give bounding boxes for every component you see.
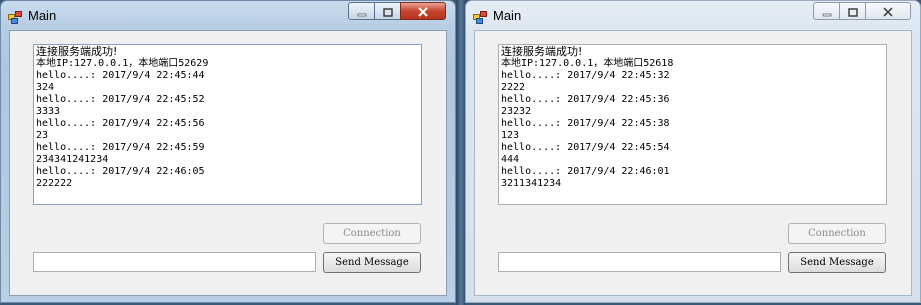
log-time-line: hello....: 2017/9/4 22:46:05 (36, 166, 205, 177)
minimize-icon (357, 2, 367, 21)
main-window-right: Main 连接服务端成功! 本地IP:127.0.0.1，本地端口52618 hel… (465, 0, 921, 303)
log-message-body: 3333 (36, 106, 61, 117)
main-window-left: Main 连接服务端成功! 本地IP:127.0.0.1，本地端口52629 hel… (0, 0, 456, 303)
maximize-icon (847, 2, 858, 21)
minimize-icon (822, 2, 832, 21)
window-title: Main (493, 8, 522, 23)
client-area: 连接服务端成功! 本地IP:127.0.0.1，本地端口52629 hello...… (9, 30, 447, 296)
log-message-body: 3211341234 (501, 178, 562, 189)
log-time-line: hello....: 2017/9/4 22:45:56 (36, 118, 205, 129)
message-input[interactable] (498, 252, 781, 272)
log-time-line: hello....: 2017/9/4 22:46:01 (501, 166, 670, 177)
log-time-line: hello....: 2017/9/4 22:45:36 (501, 94, 670, 105)
close-icon (882, 2, 894, 21)
log-time-line: hello....: 2017/9/4 22:45:59 (36, 142, 205, 153)
message-log[interactable]: 连接服务端成功! 本地IP:127.0.0.1，本地端口52629 hello...… (33, 44, 422, 205)
log-message-body: 2222 (501, 82, 526, 93)
log-message-body: 234341241234 (36, 154, 109, 165)
app-window-icon (473, 9, 487, 24)
close-button[interactable] (865, 2, 911, 20)
maximize-icon (382, 2, 393, 21)
log-header-line: 连接服务端成功! (36, 45, 118, 58)
log-time-line: hello....: 2017/9/4 22:45:44 (36, 70, 205, 81)
app-window-icon (8, 9, 22, 24)
log-message-body: 23232 (501, 106, 532, 117)
client-area: 连接服务端成功! 本地IP:127.0.0.1，本地端口52618 hello...… (474, 30, 912, 296)
log-message-body: 123 (501, 130, 520, 141)
log-header-line: 本地IP:127.0.0.1，本地端口52629 (36, 58, 209, 69)
message-log[interactable]: 连接服务端成功! 本地IP:127.0.0.1，本地端口52618 hello...… (498, 44, 887, 205)
log-time-line: hello....: 2017/9/4 22:45:52 (36, 94, 205, 105)
log-time-line: hello....: 2017/9/4 22:45:54 (501, 142, 670, 153)
message-input[interactable] (33, 252, 316, 272)
connection-button[interactable]: Connection (323, 223, 421, 244)
maximize-button[interactable] (839, 2, 866, 20)
minimize-button[interactable] (813, 2, 840, 20)
log-message-body: 222222 (36, 178, 73, 189)
log-time-line: hello....: 2017/9/4 22:45:32 (501, 70, 670, 81)
log-message-body: 444 (501, 154, 520, 165)
minimize-button[interactable] (348, 2, 375, 20)
log-message-body: 324 (36, 82, 55, 93)
send-message-button[interactable]: Send Message (323, 252, 421, 273)
window-title: Main (28, 8, 57, 23)
log-header-line: 连接服务端成功! (501, 45, 583, 58)
close-button[interactable] (400, 2, 446, 20)
title-bar[interactable]: Main (1, 1, 455, 29)
log-message-body: 23 (36, 130, 49, 141)
close-icon (417, 2, 429, 21)
title-bar[interactable]: Main (466, 1, 920, 29)
send-message-button[interactable]: Send Message (788, 252, 886, 273)
log-header-line: 本地IP:127.0.0.1，本地端口52618 (501, 58, 674, 69)
maximize-button[interactable] (374, 2, 401, 20)
connection-button[interactable]: Connection (788, 223, 886, 244)
log-time-line: hello....: 2017/9/4 22:45:38 (501, 118, 670, 129)
